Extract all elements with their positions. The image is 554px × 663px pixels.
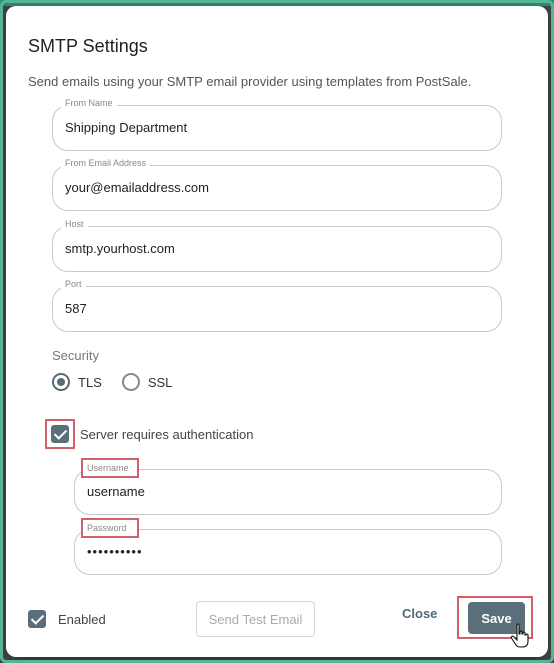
host-field[interactable]: Host smtp.yourhost.com xyxy=(52,219,502,272)
port-field[interactable]: Port 587 xyxy=(52,279,502,332)
auth-checkbox[interactable] xyxy=(51,425,69,443)
tls-label: TLS xyxy=(78,374,102,390)
username-value: username xyxy=(87,484,145,499)
username-label: Username xyxy=(87,463,129,473)
enabled-checkbox[interactable] xyxy=(28,610,46,628)
host-label: Host xyxy=(61,219,88,229)
from-name-value: Shipping Department xyxy=(65,120,188,135)
security-label: Security xyxy=(52,348,99,363)
tls-radio[interactable] xyxy=(52,373,70,391)
security-radio-group: TLS SSL xyxy=(52,373,192,391)
smtp-settings-dialog: SMTP Settings Send emails using your SMT… xyxy=(6,6,548,657)
password-label: Password xyxy=(87,523,127,533)
host-value: smtp.yourhost.com xyxy=(65,241,175,256)
send-test-email-button[interactable]: Send Test Email xyxy=(196,601,315,637)
ssl-radio[interactable] xyxy=(121,373,140,391)
ssl-label: SSL xyxy=(147,374,173,390)
from-email-value: your@emailaddress.com xyxy=(65,180,209,195)
dialog-subtitle: Send emails using your SMTP email provid… xyxy=(28,74,472,89)
port-label: Port xyxy=(61,279,86,289)
from-email-label: From Email Address xyxy=(61,158,151,168)
from-name-field[interactable]: From Name Shipping Department xyxy=(52,98,502,151)
from-name-label: From Name xyxy=(61,98,117,108)
username-label-highlight: Username xyxy=(81,458,139,478)
enabled-label: Enabled xyxy=(58,611,106,627)
port-value: 587 xyxy=(65,301,87,316)
enabled-toggle[interactable]: Enabled xyxy=(28,610,106,628)
dialog-title: SMTP Settings xyxy=(28,36,148,56)
password-value: •••••••••• xyxy=(87,544,143,559)
hand-cursor-icon xyxy=(510,623,529,648)
auth-label: Server requires authentication xyxy=(80,427,254,442)
from-email-field[interactable]: From Email Address your@emailaddress.com xyxy=(52,158,502,211)
close-button[interactable]: Close xyxy=(402,606,437,621)
password-label-highlight: Password xyxy=(81,518,139,538)
